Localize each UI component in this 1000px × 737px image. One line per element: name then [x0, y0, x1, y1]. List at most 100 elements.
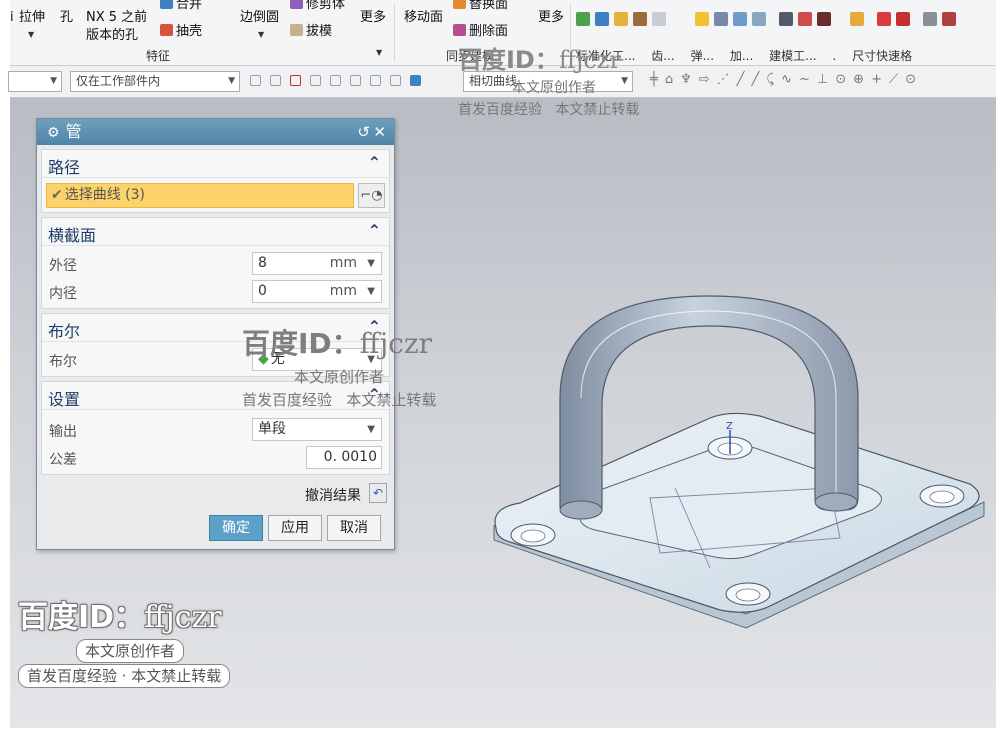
select-icon-3[interactable] — [290, 75, 301, 86]
reset-icon[interactable]: ↺ — [357, 119, 370, 145]
snap-icon-2[interactable]: ⌂ — [665, 72, 673, 87]
move-face-button[interactable]: 移动面 — [404, 10, 443, 26]
tool-icon-3[interactable] — [614, 12, 628, 26]
inner-diameter-input[interactable]: 0 mm ▼ — [252, 280, 382, 303]
snap-icon-3[interactable]: ♆ — [680, 72, 692, 87]
select-icon-1[interactable] — [250, 75, 261, 86]
tool-icon-2[interactable] — [595, 12, 609, 26]
watermark-line1: 本文原创作者 — [294, 368, 385, 386]
dropdown-spring[interactable]: 弹... — [691, 49, 714, 63]
cancel-button[interactable]: 取消 — [327, 515, 381, 541]
snap-icon-13[interactable]: ⊕ — [853, 72, 864, 87]
dialog-titlebar[interactable]: ⚙ 管 ↺ ✕ — [37, 119, 394, 145]
select-icon-5[interactable] — [330, 75, 341, 86]
undo-result-button[interactable]: ↶ — [369, 483, 387, 503]
replace-face-icon — [453, 0, 466, 9]
tool-icon-12[interactable] — [817, 12, 831, 26]
tool-icon-6[interactable] — [695, 12, 709, 26]
hole-button[interactable]: 孔 — [60, 10, 73, 26]
chevron-down-icon[interactable]: ▼ — [367, 281, 375, 302]
chevron-up-icon[interactable]: ⌃ — [368, 153, 381, 172]
watermark-id-user: ffjczr — [359, 327, 433, 360]
watermark-id: 百度ID：ffjczr — [242, 322, 436, 362]
apply-button[interactable]: 应用 — [268, 515, 322, 541]
tool-icon-7[interactable] — [714, 12, 728, 26]
nx5-hole-button[interactable]: NX 5 之前 版本的孔 — [86, 10, 147, 44]
tolerance-input[interactable]: 0. 0010 — [306, 446, 382, 469]
select-icon-4[interactable] — [310, 75, 321, 86]
output-select[interactable]: 单段 ▼ — [252, 418, 382, 441]
gear-icon[interactable]: ⚙ — [47, 125, 60, 141]
section-path-header[interactable]: 路径 ⌃ — [42, 150, 389, 178]
type-filter-combo[interactable]: ▼ — [8, 71, 62, 92]
outer-diameter-input[interactable]: 8 mm ▼ — [252, 252, 382, 275]
z-axis-label: Z — [726, 421, 733, 432]
extrude-dropdown-icon[interactable]: ▼ — [28, 30, 34, 39]
tool-icon-4[interactable] — [633, 12, 647, 26]
snap-icon-8[interactable]: ⤹ — [766, 72, 774, 87]
tool-icon-8[interactable] — [733, 12, 747, 26]
snap-icon-14[interactable]: + — [871, 72, 882, 87]
chevron-down-icon[interactable]: ▼ — [367, 253, 375, 274]
scope-filter-combo[interactable]: 仅在工作部件内 ▼ — [70, 71, 240, 92]
trim-body-button[interactable]: 修剪体 — [290, 0, 345, 13]
ok-button[interactable]: 确定 — [209, 515, 263, 541]
snap-icon-5[interactable]: ⋰ — [717, 72, 730, 87]
watermark-line2: 首发百度经验 本文禁止转载 — [242, 389, 436, 410]
dropdown-gear[interactable]: 齿... — [651, 49, 674, 63]
tool-icon-17[interactable] — [942, 12, 956, 26]
section-cross-header[interactable]: 横截面 ⌃ — [42, 218, 389, 246]
delete-face-button[interactable]: 删除面 — [453, 24, 508, 40]
scope-filter-value: 仅在工作部件内 — [76, 74, 161, 88]
select-icon-2[interactable] — [270, 75, 281, 86]
section-boolean-title: 布尔 — [48, 322, 81, 341]
select-curve-field[interactable]: ✔ 选择曲线 (3) — [46, 183, 354, 208]
more-sync-button[interactable]: 更多 — [538, 10, 564, 26]
edge-blend-button[interactable]: 边倒圆 — [240, 10, 279, 26]
draft-button[interactable]: 拔模 — [290, 24, 332, 40]
curve-select-button[interactable]: ⌐◔ — [358, 183, 385, 208]
inner-diameter-unit: mm — [329, 283, 357, 299]
extrude-button[interactable]: 拉伸 — [19, 10, 45, 26]
tool-icon-10[interactable] — [779, 12, 793, 26]
snap-icon-6[interactable]: ╱ — [737, 72, 745, 87]
output-row: 输出 单段 ▼ — [42, 416, 389, 442]
curve-select-icon: ⌐◔ — [360, 188, 383, 203]
snap-icon-1[interactable]: ╪ — [650, 72, 658, 87]
dropdown-dot[interactable]: . — [832, 49, 836, 63]
tool-icon-9[interactable] — [752, 12, 766, 26]
snap-icon-7[interactable]: ╱ — [751, 72, 759, 87]
select-icon-9[interactable] — [410, 75, 421, 86]
dropdown-add[interactable]: 加... — [730, 49, 753, 63]
tool-icon-16[interactable] — [923, 12, 937, 26]
select-icon-8[interactable] — [390, 75, 401, 86]
close-icon[interactable]: ✕ — [373, 119, 386, 145]
edge-blend-dropdown-icon[interactable]: ▼ — [258, 30, 264, 39]
snap-icon-4[interactable]: ⇨ — [699, 72, 710, 87]
tool-icon-15[interactable] — [896, 12, 910, 26]
snap-icon-11[interactable]: ⊥ — [817, 72, 828, 87]
tool-icon-11[interactable] — [798, 12, 812, 26]
chevron-down-icon[interactable]: ▼ — [367, 419, 375, 440]
section-path-title: 路径 — [48, 158, 81, 177]
tool-icon-5[interactable] — [652, 12, 666, 26]
more-feature-button[interactable]: 更多 — [360, 10, 386, 26]
watermark-bottom: 百度ID：ffjczr 本文原创作者 首发百度经验 · 本文禁止转载 — [18, 592, 231, 688]
tool-icon-13[interactable] — [850, 12, 864, 26]
snap-icon-9[interactable]: ∿ — [781, 72, 792, 87]
snap-icon-10[interactable]: ∼ — [799, 72, 810, 87]
trim-body-label: 修剪体 — [306, 0, 346, 12]
replace-face-button[interactable]: 替换面 — [453, 0, 508, 13]
dropdown-modeling-tools[interactable]: 建模工... — [769, 49, 816, 63]
feature-group-dropdown-icon[interactable]: ▼ — [376, 48, 382, 57]
tool-icon-1[interactable] — [576, 12, 590, 26]
snap-icon-15[interactable]: ⟋ — [889, 72, 898, 87]
select-icon-7[interactable] — [370, 75, 381, 86]
tool-icon-14[interactable] — [877, 12, 891, 26]
snap-icon-12[interactable]: ⊙ — [835, 72, 846, 87]
snap-icon-16[interactable]: ⊙ — [905, 72, 916, 87]
chevron-up-icon[interactable]: ⌃ — [368, 221, 381, 240]
shell-button[interactable]: 抽壳 — [160, 24, 202, 40]
combine-button[interactable]: 合并 — [160, 0, 202, 13]
select-icon-6[interactable] — [350, 75, 361, 86]
